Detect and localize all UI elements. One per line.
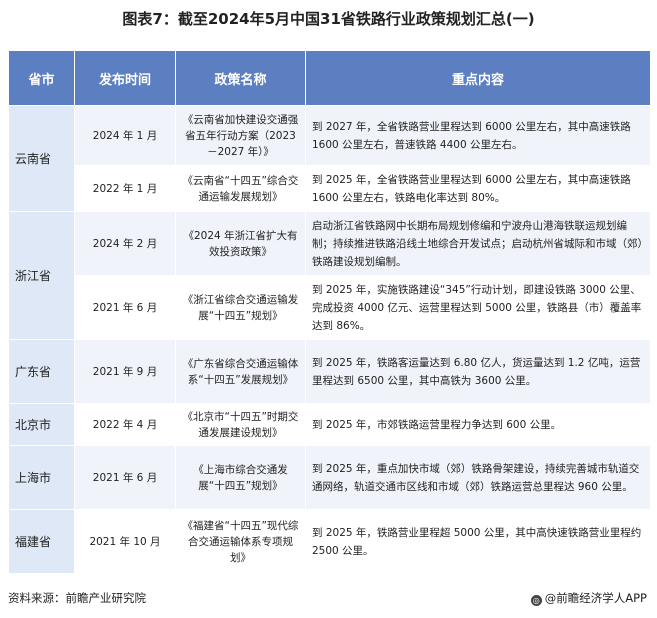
table-row: 2022 年 1 月 《云南省“十四五”综合交通运输发展规划》 到 2025 年…: [9, 165, 651, 212]
date-cell: 2022 年 4 月: [74, 403, 176, 446]
content-cell: 到 2025 年，实施铁路建设“345”行动计划，即建设铁路 3000 公里、完…: [305, 275, 651, 340]
header-policy-name: 政策名称: [175, 50, 306, 106]
content-cell: 到 2025 年，重点加快市域（郊）铁路骨架建设，持续完善城市轨道交通网络，轨道…: [305, 445, 651, 510]
content-cell: 到 2025 年，铁路营业里程超 5000 公里，其中高快速铁路营业里程约 25…: [305, 509, 651, 574]
content-cell: 启动浙江省铁路网中长期布局规划修编和宁波舟山港海铁联运规划编制；持续推进铁路沿线…: [305, 211, 651, 276]
table-row: 2021 年 6 月 《浙江省综合交通运输发展“十四五”规划》 到 2025 年…: [9, 275, 651, 340]
date-cell: 2021 年 6 月: [74, 275, 176, 340]
table-row: 云南省 2024 年 1 月 《云南省加快建设交通强省五年行动方案（2023－2…: [8, 105, 651, 212]
table-row: 广东省 2021 年 9 月 《广东省综合交通运输体系“十四五”发展规划》 到 …: [8, 339, 651, 404]
policy-name-cell: 《2024 年浙江省扩大有效投资政策》: [175, 211, 306, 276]
province-cell: 广东省: [8, 339, 75, 404]
brand-label: @前瞻经济学人APP: [544, 591, 647, 605]
province-cell: 云南省: [8, 105, 75, 212]
province-cell: 浙江省: [8, 211, 75, 340]
policy-name-cell: 《北京市“十四五”时期交通发展建设规划》: [175, 403, 306, 446]
date-cell: 2021 年 9 月: [74, 339, 176, 404]
table-row: 浙江省 2024 年 2 月 《2024 年浙江省扩大有效投资政策》 启动浙江省…: [8, 211, 651, 340]
date-cell: 2021 年 10 月: [74, 509, 176, 574]
content-cell: 到 2025 年，市郊铁路运营里程力争达到 600 公里。: [305, 403, 651, 446]
policy-name-cell: 《浙江省综合交通运输发展“十四五”规划》: [175, 275, 306, 340]
logo-icon: ◎: [530, 595, 542, 606]
date-cell: 2024 年 2 月: [74, 211, 176, 276]
content-cell: 到 2025 年，全省铁路营业里程达到 6000 公里左右，其中高速铁路 160…: [305, 165, 651, 212]
province-cell: 福建省: [8, 509, 75, 574]
table-row: 北京市 2022 年 4 月 《北京市“十四五”时期交通发展建设规划》 到 20…: [8, 403, 651, 446]
province-cell: 北京市: [8, 403, 75, 446]
policy-table: 省市 发布时间 政策名称 重点内容 云南省 2024 年 1 月 《云南省加快建…: [8, 50, 651, 574]
header-row: 省市 发布时间 政策名称 重点内容: [8, 50, 651, 106]
date-cell: 2021 年 6 月: [74, 445, 176, 510]
header-date: 发布时间: [74, 50, 176, 106]
province-cell: 上海市: [8, 445, 75, 510]
content-cell: 到 2025 年，铁路客运量达到 6.80 亿人，货运量达到 1.2 亿吨，运营…: [305, 339, 651, 404]
source-note: 资料来源：前瞻产业研究院: [8, 591, 146, 605]
table-row: 福建省 2021 年 10 月 《福建省“十四五”现代综合交通运输体系专项规划》…: [8, 509, 651, 574]
table-row: 上海市 2021 年 6 月 《上海市综合交通发展“十四五”规划》 到 2025…: [8, 445, 651, 510]
policy-name-cell: 《广东省综合交通运输体系“十四五”发展规划》: [175, 339, 306, 404]
policy-name-cell: 《云南省加快建设交通强省五年行动方案（2023－2027 年）》: [175, 105, 306, 166]
header-key-content: 重点内容: [305, 50, 651, 106]
content-cell: 到 2027 年，全省铁路营业里程达到 6000 公里左右，其中高速铁路 160…: [305, 105, 651, 166]
policy-name-cell: 《云南省“十四五”综合交通运输发展规划》: [175, 165, 306, 212]
date-cell: 2022 年 1 月: [74, 165, 176, 212]
chart-title: 图表7：截至2024年5月中国31省铁路行业政策规划汇总(一): [122, 10, 535, 28]
date-cell: 2024 年 1 月: [74, 105, 176, 166]
brand-credit: ◎ @前瞻经济学人APP: [530, 590, 647, 606]
policy-name-cell: 《上海市综合交通发展“十四五”规划》: [175, 445, 306, 510]
policy-name-cell: 《福建省“十四五”现代综合交通运输体系专项规划》: [175, 509, 306, 574]
header-province: 省市: [8, 50, 75, 106]
